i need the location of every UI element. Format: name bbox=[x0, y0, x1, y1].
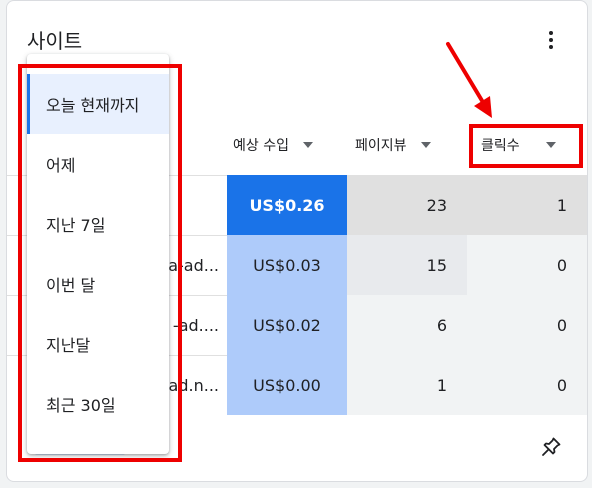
menu-item-last-month[interactable]: 지난달 bbox=[27, 314, 169, 374]
pageviews-cell: 6 bbox=[347, 295, 467, 355]
earnings-cell: US$0.26 bbox=[227, 175, 347, 235]
sort-caret-icon bbox=[420, 142, 431, 148]
pin-icon bbox=[542, 437, 561, 456]
pin-button[interactable] bbox=[539, 435, 563, 459]
menu-item-last-7-days[interactable]: 지난 7일 bbox=[27, 194, 169, 254]
clicks-cell: 0 bbox=[467, 295, 587, 355]
pageviews-cell: 1 bbox=[347, 355, 467, 415]
clicks-cell: 1 bbox=[467, 175, 587, 235]
menu-item-this-month[interactable]: 이번 달 bbox=[27, 254, 169, 314]
clicks-cell: 0 bbox=[467, 355, 587, 415]
earnings-cell: US$0.00 bbox=[227, 355, 347, 415]
column-label-pageviews: 페이지뷰 bbox=[355, 138, 407, 154]
column-label-earnings: 예상 수입 bbox=[233, 138, 289, 154]
sort-caret-icon bbox=[545, 142, 556, 148]
pageviews-cell: 23 bbox=[347, 175, 467, 235]
card-title: 사이트 bbox=[27, 29, 83, 53]
menu-item-last-30-days[interactable]: 최근 30일 bbox=[27, 374, 169, 434]
menu-item-yesterday[interactable]: 어제 bbox=[27, 134, 169, 194]
column-header-clicks[interactable]: 클릭수 bbox=[481, 133, 556, 157]
column-label-clicks: 클릭수 bbox=[481, 138, 520, 154]
column-header-earnings[interactable]: 예상 수입 bbox=[233, 133, 313, 157]
earnings-cell: US$0.02 bbox=[227, 295, 347, 355]
more-vert-icon bbox=[549, 31, 553, 35]
date-range-menu: 오늘 현재까지 어제 지난 7일 이번 달 지난달 최근 30일 bbox=[27, 54, 169, 454]
column-header-pageviews[interactable]: 페이지뷰 bbox=[355, 133, 431, 157]
sort-caret-icon bbox=[302, 142, 313, 148]
pageviews-cell: 15 bbox=[347, 235, 467, 295]
menu-item-today[interactable]: 오늘 현재까지 bbox=[27, 74, 169, 134]
earnings-cell: US$0.03 bbox=[227, 235, 347, 295]
more-options-button[interactable] bbox=[539, 27, 563, 53]
clicks-cell: 0 bbox=[467, 235, 587, 295]
